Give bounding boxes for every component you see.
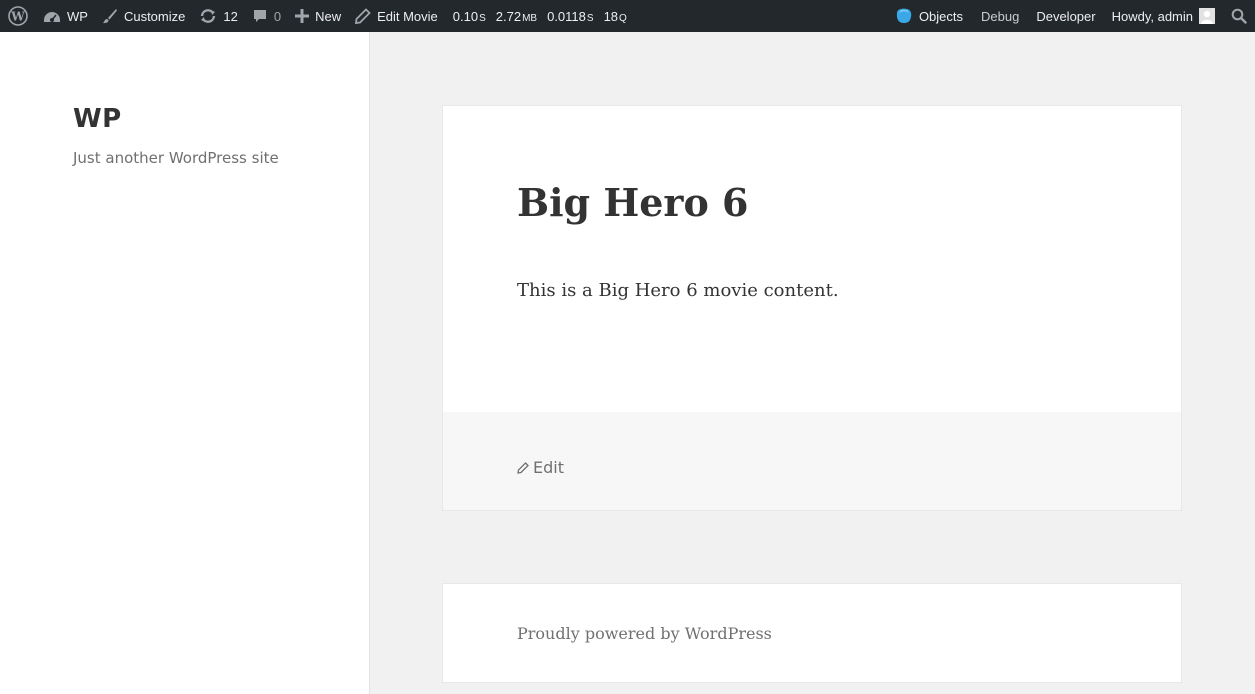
updates-button[interactable]: 12 <box>192 0 244 32</box>
wordpress-logo-icon: W <box>8 6 28 26</box>
updates-count: 12 <box>223 8 238 24</box>
edit-movie-label: Edit Movie <box>377 8 438 24</box>
entry-title: Big Hero 6 <box>517 180 749 225</box>
plus-icon <box>295 9 310 23</box>
avatar <box>1199 8 1215 24</box>
site-footer: Proudly powered by WordPress <box>442 583 1182 683</box>
article-card: Big Hero 6 This is a Big Hero 6 movie co… <box>442 105 1182 511</box>
site-name-menu[interactable]: WP <box>36 0 95 32</box>
customize-label: Customize <box>123 8 186 24</box>
wordpress-logo-button[interactable]: W <box>0 0 36 32</box>
qm-queries: 18Q <box>603 8 627 24</box>
updates-icon <box>199 8 217 24</box>
qm-memory: 2.72MB <box>495 8 538 24</box>
edit-post-link[interactable]: Edit <box>517 458 564 477</box>
edit-label: Edit <box>533 458 564 477</box>
site-title[interactable]: WP <box>73 104 122 134</box>
entry-footer: Edit <box>443 412 1181 510</box>
pencil-icon <box>517 461 529 474</box>
qm-time: 0.10S <box>452 8 486 24</box>
objects-icon <box>895 7 913 25</box>
objects-menu[interactable]: Objects <box>888 0 972 32</box>
comments-count: 0 <box>273 8 282 24</box>
pencil-icon <box>355 8 371 24</box>
comments-button[interactable]: 0 <box>245 0 288 32</box>
entry-content: This is a Big Hero 6 movie content. <box>517 280 839 301</box>
howdy-label: Howdy, admin <box>1111 8 1193 24</box>
search-button[interactable] <box>1221 0 1255 32</box>
comment-icon <box>252 8 268 24</box>
dashboard-icon <box>43 8 61 24</box>
my-account-menu[interactable]: Howdy, admin <box>1104 0 1221 32</box>
svg-text:W: W <box>10 10 25 24</box>
new-label: New <box>315 8 342 24</box>
admin-bar: W WP Customize 12 0 New Edit Movie 0.10S… <box>0 0 1255 32</box>
search-icon <box>1231 8 1247 24</box>
query-monitor-menu[interactable]: 0.10S 2.72MB 0.0118S 18Q <box>445 0 632 32</box>
site-description: Just another WordPress site <box>73 149 279 167</box>
powered-by-link[interactable]: Proudly powered by WordPress <box>517 624 772 643</box>
new-content-button[interactable]: New <box>288 0 348 32</box>
customize-button[interactable]: Customize <box>95 0 192 32</box>
sidebar: WP Just another WordPress site <box>0 32 370 694</box>
admin-bar-right: Objects Debug Developer Howdy, admin <box>888 0 1255 32</box>
objects-label: Objects <box>918 8 964 24</box>
debug-menu[interactable]: Debug <box>972 0 1028 32</box>
edit-movie-button[interactable]: Edit Movie <box>348 0 445 32</box>
debug-label: Debug <box>981 8 1020 24</box>
developer-menu[interactable]: Developer <box>1028 0 1103 32</box>
developer-label: Developer <box>1036 8 1096 24</box>
admin-bar-left: W WP Customize 12 0 New Edit Movie 0.10S… <box>0 0 632 32</box>
site-name-label: WP <box>67 8 88 24</box>
qm-db-time: 0.0118S <box>547 8 594 24</box>
paintbrush-icon <box>102 8 118 24</box>
